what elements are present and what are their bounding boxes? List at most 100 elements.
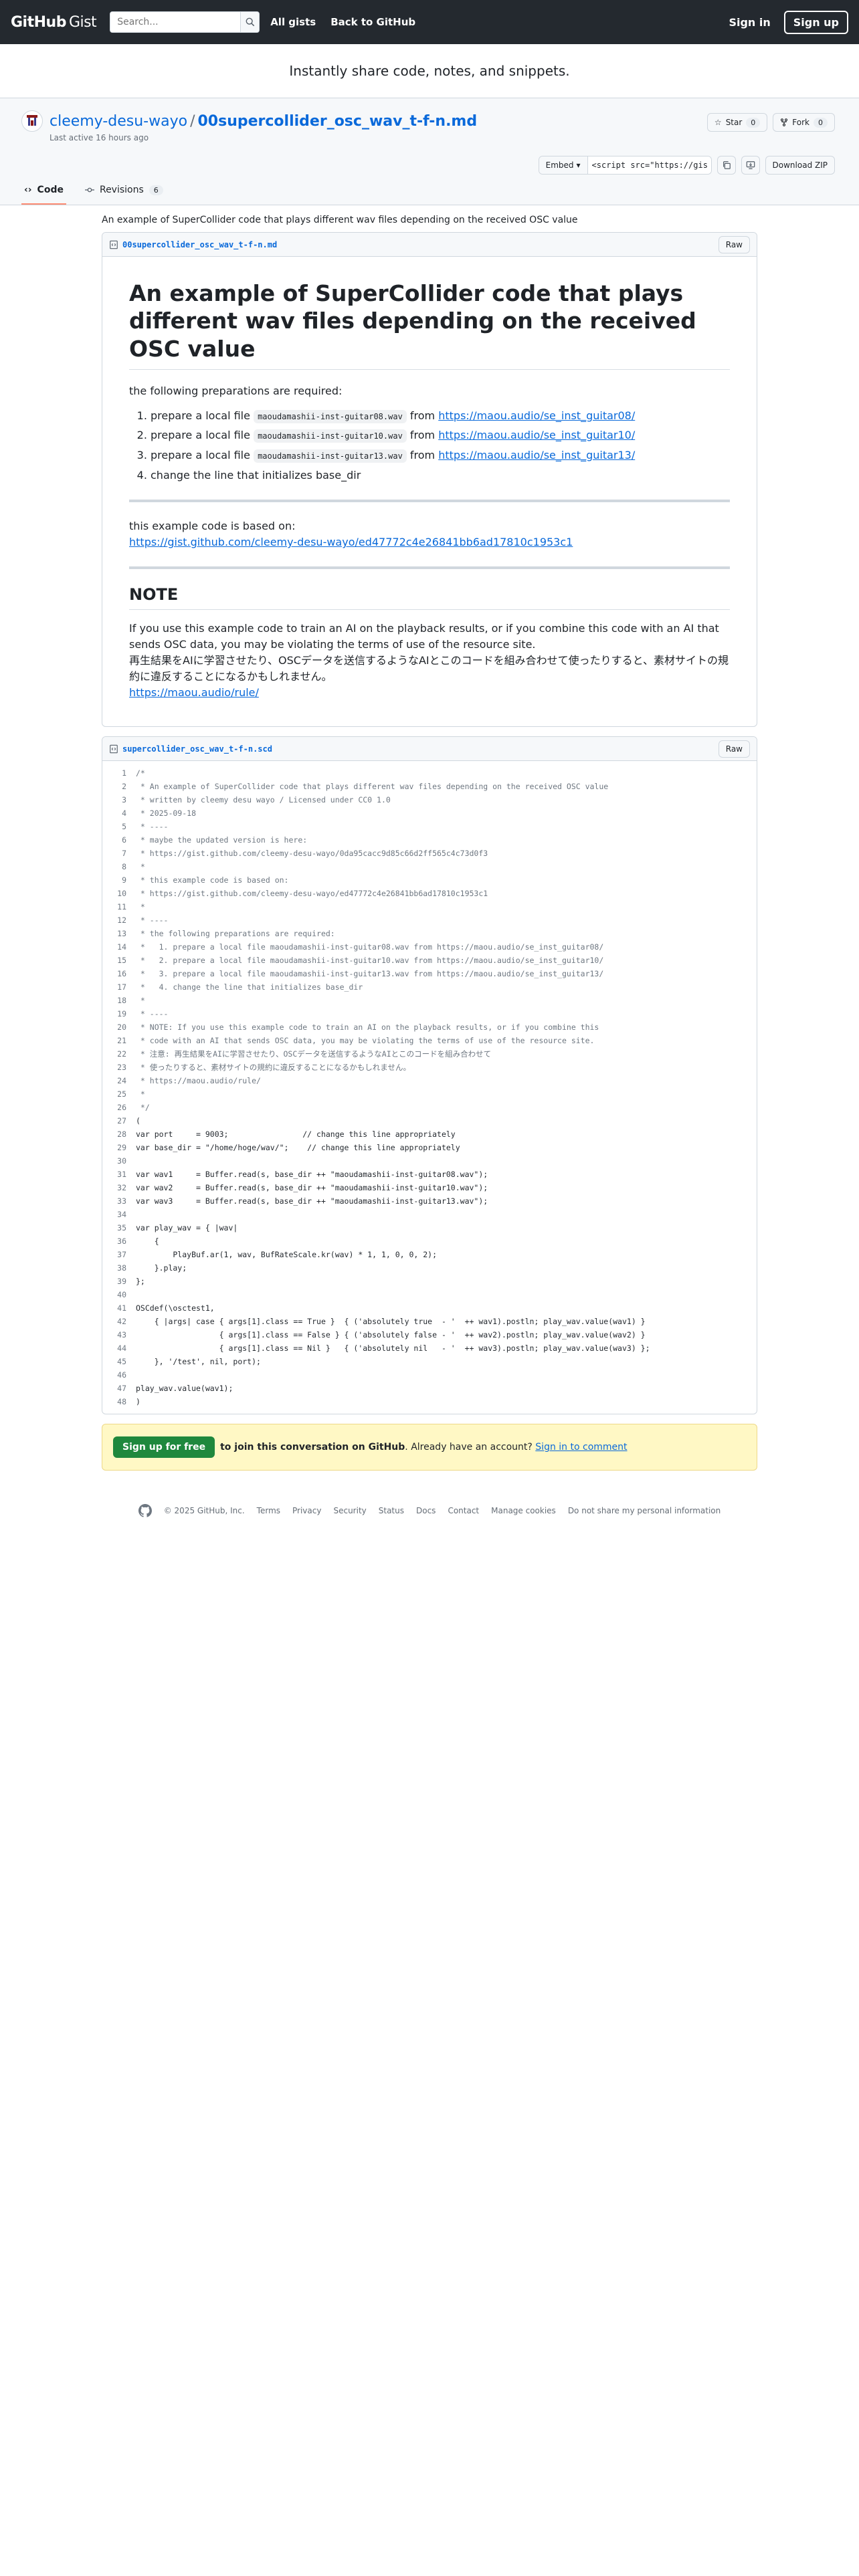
line-number[interactable]: 15 xyxy=(102,954,136,967)
based-on-link[interactable]: https://gist.github.com/cleemy-desu-wayo… xyxy=(129,536,573,548)
signin-to-comment-link[interactable]: Sign in to comment xyxy=(535,1442,627,1453)
line-number[interactable]: 6 xyxy=(102,833,136,847)
line-number[interactable]: 27 xyxy=(102,1114,136,1128)
line-number[interactable]: 28 xyxy=(102,1128,136,1141)
line-number[interactable]: 9 xyxy=(102,873,136,887)
file-name-link[interactable]: 00supercollider_osc_wav_t-f-n.md xyxy=(122,240,277,249)
line-number[interactable]: 3 xyxy=(102,793,136,807)
line-number[interactable]: 30 xyxy=(102,1154,136,1168)
line-number[interactable]: 22 xyxy=(102,1047,136,1061)
line-number[interactable]: 12 xyxy=(102,914,136,927)
line-number[interactable]: 23 xyxy=(102,1061,136,1074)
gist-name-link[interactable]: 00supercollider_osc_wav_t-f-n.md xyxy=(198,113,478,130)
line-number[interactable]: 19 xyxy=(102,1007,136,1021)
embed-url-input[interactable] xyxy=(587,156,711,174)
line-number[interactable]: 14 xyxy=(102,940,136,954)
embed-select[interactable]: Embed ▾ xyxy=(539,156,588,174)
line-number[interactable]: 47 xyxy=(102,1382,136,1395)
line-number[interactable]: 43 xyxy=(102,1328,136,1341)
file-name-link[interactable]: supercollider_osc_wav_t-f-n.scd xyxy=(122,744,272,754)
code-line: 15 * 2. prepare a local file maoudamashi… xyxy=(102,954,757,967)
user-avatar-icon xyxy=(27,115,37,126)
line-number[interactable]: 32 xyxy=(102,1181,136,1194)
line-number[interactable]: 4 xyxy=(102,807,136,820)
line-number[interactable]: 10 xyxy=(102,887,136,900)
line-number[interactable]: 18 xyxy=(102,994,136,1007)
gist-description: An example of SuperCollider code that pl… xyxy=(102,215,578,225)
raw-button[interactable]: Raw xyxy=(718,740,750,758)
github-gist-logo[interactable]: GitHub Gist xyxy=(11,13,97,31)
line-number[interactable]: 29 xyxy=(102,1141,136,1154)
footer-manage-cookies[interactable]: Manage cookies xyxy=(491,1506,556,1515)
line-number[interactable]: 17 xyxy=(102,980,136,994)
footer-do-not-share[interactable]: Do not share my personal information xyxy=(568,1506,721,1515)
fork-button[interactable]: Fork 0 xyxy=(773,113,835,132)
code-text: var base_dir = "/home/hoge/wav/"; // cha… xyxy=(136,1143,460,1153)
signup-free-button[interactable]: Sign up for free xyxy=(113,1436,215,1459)
search-button[interactable] xyxy=(240,12,260,32)
fork-icon xyxy=(781,118,788,126)
signin-link[interactable]: Sign in xyxy=(729,16,770,29)
raw-button[interactable]: Raw xyxy=(718,235,750,253)
logo-github: GitHub xyxy=(11,13,66,31)
line-number[interactable]: 44 xyxy=(102,1341,136,1355)
owner-link[interactable]: cleemy-desu-wayo xyxy=(50,113,187,130)
line-number[interactable]: 34 xyxy=(102,1208,136,1221)
code-text: * https://gist.github.com/cleemy-desu-wa… xyxy=(136,889,488,899)
line-number[interactable]: 38 xyxy=(102,1261,136,1275)
line-number[interactable]: 7 xyxy=(102,847,136,860)
line-number[interactable]: 37 xyxy=(102,1248,136,1261)
code-line: 43 { args[1].class == False } { ('absolu… xyxy=(102,1328,757,1341)
copy-button[interactable] xyxy=(717,156,736,175)
footer-docs[interactable]: Docs xyxy=(416,1506,436,1515)
search-input[interactable] xyxy=(110,12,241,32)
line-number[interactable]: 36 xyxy=(102,1235,136,1248)
line-number[interactable]: 5 xyxy=(102,820,136,833)
line-number[interactable]: 2 xyxy=(102,780,136,793)
footer-contact[interactable]: Contact xyxy=(448,1506,479,1515)
nav-all-gists[interactable]: All gists xyxy=(270,16,316,28)
line-number[interactable]: 31 xyxy=(102,1168,136,1181)
code-text: * ---- xyxy=(136,1009,169,1019)
list-item: prepare a local file maoudamashii-inst-g… xyxy=(151,427,730,444)
line-number[interactable]: 40 xyxy=(102,1288,136,1301)
line-number[interactable]: 8 xyxy=(102,860,136,873)
avatar[interactable] xyxy=(21,110,43,132)
star-button[interactable]: ☆ Star 0 xyxy=(706,113,768,132)
line-number[interactable]: 13 xyxy=(102,927,136,940)
line-number[interactable]: 24 xyxy=(102,1074,136,1087)
note-link[interactable]: https://maou.audio/rule/ xyxy=(129,686,259,699)
footer-status[interactable]: Status xyxy=(379,1506,404,1515)
line-number[interactable]: 45 xyxy=(102,1355,136,1368)
line-number[interactable]: 39 xyxy=(102,1275,136,1288)
line-number[interactable]: 16 xyxy=(102,967,136,980)
desktop-clone-button[interactable] xyxy=(741,156,760,175)
signup-button[interactable]: Sign up xyxy=(783,10,848,34)
tab-revisions[interactable]: Revisions 6 xyxy=(82,178,166,205)
code-text: }, '/test', nil, port); xyxy=(136,1357,261,1367)
footer-privacy[interactable]: Privacy xyxy=(292,1506,321,1515)
line-number[interactable]: 1 xyxy=(102,766,136,780)
download-zip-button[interactable]: Download ZIP xyxy=(765,156,835,175)
line-number[interactable]: 21 xyxy=(102,1034,136,1047)
line-number[interactable]: 46 xyxy=(102,1368,136,1382)
item-link[interactable]: https://maou.audio/se_inst_guitar10/ xyxy=(438,429,635,441)
nav-back-to-github[interactable]: Back to GitHub xyxy=(330,16,415,28)
line-number[interactable]: 20 xyxy=(102,1021,136,1034)
line-number[interactable]: 48 xyxy=(102,1395,136,1408)
line-number[interactable]: 42 xyxy=(102,1315,136,1328)
code-icon: ‹› xyxy=(24,185,32,195)
line-number[interactable]: 35 xyxy=(102,1221,136,1235)
tab-code[interactable]: ‹› Code xyxy=(21,178,66,205)
footer-terms[interactable]: Terms xyxy=(257,1506,280,1515)
item-link[interactable]: https://maou.audio/se_inst_guitar13/ xyxy=(438,449,635,461)
line-number[interactable]: 26 xyxy=(102,1101,136,1114)
code-text: }.play; xyxy=(136,1263,187,1273)
line-number[interactable]: 33 xyxy=(102,1194,136,1208)
code-text: * https://maou.audio/rule/ xyxy=(136,1076,261,1086)
item-link[interactable]: https://maou.audio/se_inst_guitar08/ xyxy=(438,409,635,422)
line-number[interactable]: 25 xyxy=(102,1087,136,1101)
line-number[interactable]: 11 xyxy=(102,900,136,914)
line-number[interactable]: 41 xyxy=(102,1301,136,1315)
footer-security[interactable]: Security xyxy=(333,1506,366,1515)
